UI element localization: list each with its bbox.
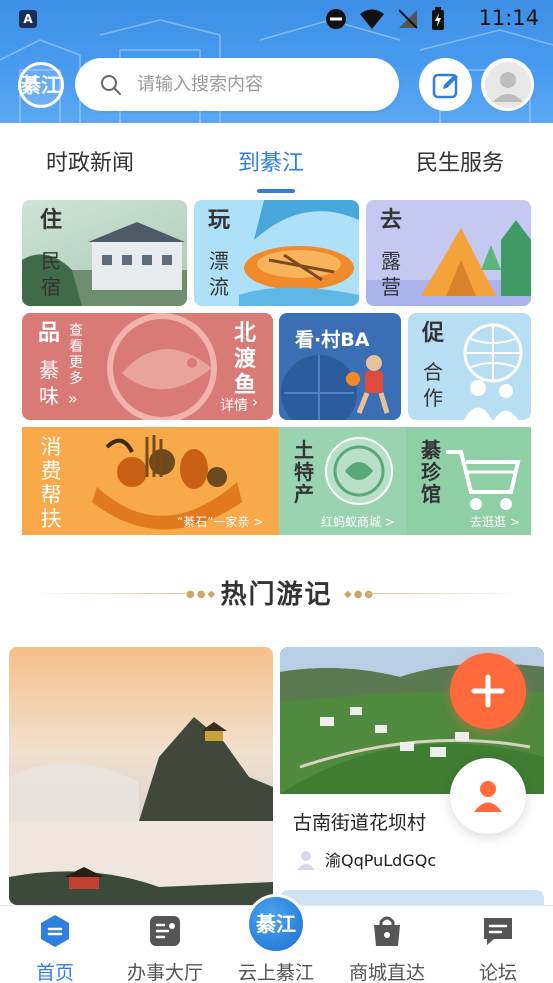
battery-charging-icon: [432, 7, 444, 30]
nav-service-hall-label: 办事大厅: [126, 962, 203, 983]
nav-cloud-qijiang[interactable]: 綦江 云上綦江: [221, 894, 331, 983]
do-not-disturb-icon: [326, 9, 346, 29]
create-post-button[interactable]: [450, 653, 526, 729]
cloud-qijiang-logo-icon: 綦江: [246, 894, 306, 954]
search-icon: [101, 74, 121, 95]
see-more-arrow: »: [68, 389, 78, 408]
tile-taste-qijiang[interactable]: 品 綦味 查看更多 » 北渡鱼 详情 ›: [22, 313, 273, 420]
search-bar[interactable]: [75, 58, 399, 111]
tile-village-ba[interactable]: 看·村BA: [279, 313, 401, 420]
tile-rafting[interactable]: 玩 漂流: [194, 200, 359, 306]
detail-chevron-icon: ›: [252, 393, 258, 411]
shopping-bag-icon: [374, 916, 400, 946]
tile-local-specialty-title: 土特产: [294, 438, 314, 506]
tile-consumption-aid[interactable]: 消费帮扶 “綦石”一家亲 >: [22, 427, 279, 535]
search-input[interactable]: [137, 74, 357, 95]
tile-camping[interactable]: 去 露营: [366, 200, 531, 306]
home-icon: [41, 915, 69, 947]
tile-fish-name: 北渡鱼: [233, 321, 256, 398]
tile-qizhen-shop[interactable]: 綦珍馆 去逛逛 >: [406, 427, 531, 535]
tile-qizhen-title: 綦珍馆: [421, 438, 441, 506]
tile-homestay[interactable]: 住 民宿: [22, 200, 187, 306]
tile-cooperation-title: 促: [421, 321, 444, 346]
bottom-navigation: 首页 办事大厅 綦江 云上綦江 商城直达 论坛: [0, 894, 553, 983]
plus-icon: [471, 674, 505, 708]
tile-taste-detail[interactable]: 详情: [220, 395, 248, 415]
tile-rafting-subtitle: 漂流: [209, 249, 229, 299]
tile-camping-title: 去: [379, 208, 402, 233]
profile-button[interactable]: [481, 58, 534, 111]
feed-card-left[interactable]: [9, 647, 273, 905]
tile-village-ba-title: 看·村BA: [295, 329, 370, 351]
nav-home-label: 首页: [35, 962, 74, 983]
tile-camping-subtitle: 露营: [381, 249, 401, 299]
clock: 11:14: [478, 6, 539, 30]
avatar-icon: [484, 61, 531, 108]
category-tabs: 时政新闻 到綦江 民生服务: [0, 123, 553, 198]
edit-icon: [432, 73, 458, 98]
status-bar: A 11:14: [0, 0, 553, 38]
user-icon: [474, 781, 502, 812]
qijiang-logo[interactable]: 綦江: [18, 62, 64, 108]
tile-taste-title: 品: [37, 321, 60, 346]
app-header: A 11:14 綦江: [0, 0, 553, 123]
nav-mall-label: 商城直达: [348, 962, 425, 983]
notification-app-icon: A: [19, 10, 37, 28]
tile-homestay-subtitle: 民宿: [41, 249, 61, 299]
tile-local-specialty-link[interactable]: 红蚂蚁商城 >: [321, 513, 395, 530]
tile-cooperation-subtitle: 合作: [423, 360, 443, 410]
active-tab-indicator: [257, 189, 295, 193]
see-more-link[interactable]: 查看更多: [68, 323, 84, 387]
tile-homestay-title: 住: [39, 208, 62, 233]
tile-consumption-link[interactable]: “綦石”一家亲 >: [177, 513, 263, 530]
tab-political-news[interactable]: 时政新闻: [46, 145, 134, 177]
section-divider-right: [368, 593, 518, 594]
tile-consumption-title: 消费帮扶: [40, 435, 62, 531]
nav-forum-label: 论坛: [478, 962, 517, 983]
tab-to-qijiang[interactable]: 到綦江: [238, 145, 304, 177]
service-hall-icon: [150, 916, 180, 946]
post-author[interactable]: 渝QqPuLdGQc: [325, 847, 436, 871]
edit-button[interactable]: [419, 58, 472, 111]
tile-local-specialty[interactable]: 土特产 红蚂蚁商城 >: [279, 427, 406, 535]
no-signal-icon: [398, 9, 418, 29]
nav-service-hall[interactable]: 办事大厅: [110, 906, 220, 983]
nav-forum[interactable]: 论坛: [443, 906, 553, 983]
post-title[interactable]: 古南街道花坝村: [293, 808, 426, 835]
wifi-icon: [360, 9, 384, 29]
feed-card-next[interactable]: [280, 890, 544, 905]
tile-taste-subtitle: 綦味: [39, 358, 59, 408]
tile-rafting-title: 玩: [207, 208, 230, 233]
tile-cooperation[interactable]: 促 合作: [408, 313, 531, 420]
tile-qizhen-link[interactable]: 去逛逛 >: [470, 513, 520, 530]
nav-cloud-qijiang-label: 云上綦江: [237, 962, 314, 983]
user-center-button[interactable]: [450, 758, 526, 834]
nav-home[interactable]: 首页: [0, 906, 110, 983]
section-dots-right: ◆●●: [344, 589, 376, 600]
nav-mall[interactable]: 商城直达: [332, 906, 442, 983]
misty-mountain-photo: [9, 647, 273, 905]
tab-livelihood-services[interactable]: 民生服务: [416, 145, 504, 177]
forum-icon: [484, 918, 512, 945]
author-avatar-icon: [297, 851, 315, 870]
